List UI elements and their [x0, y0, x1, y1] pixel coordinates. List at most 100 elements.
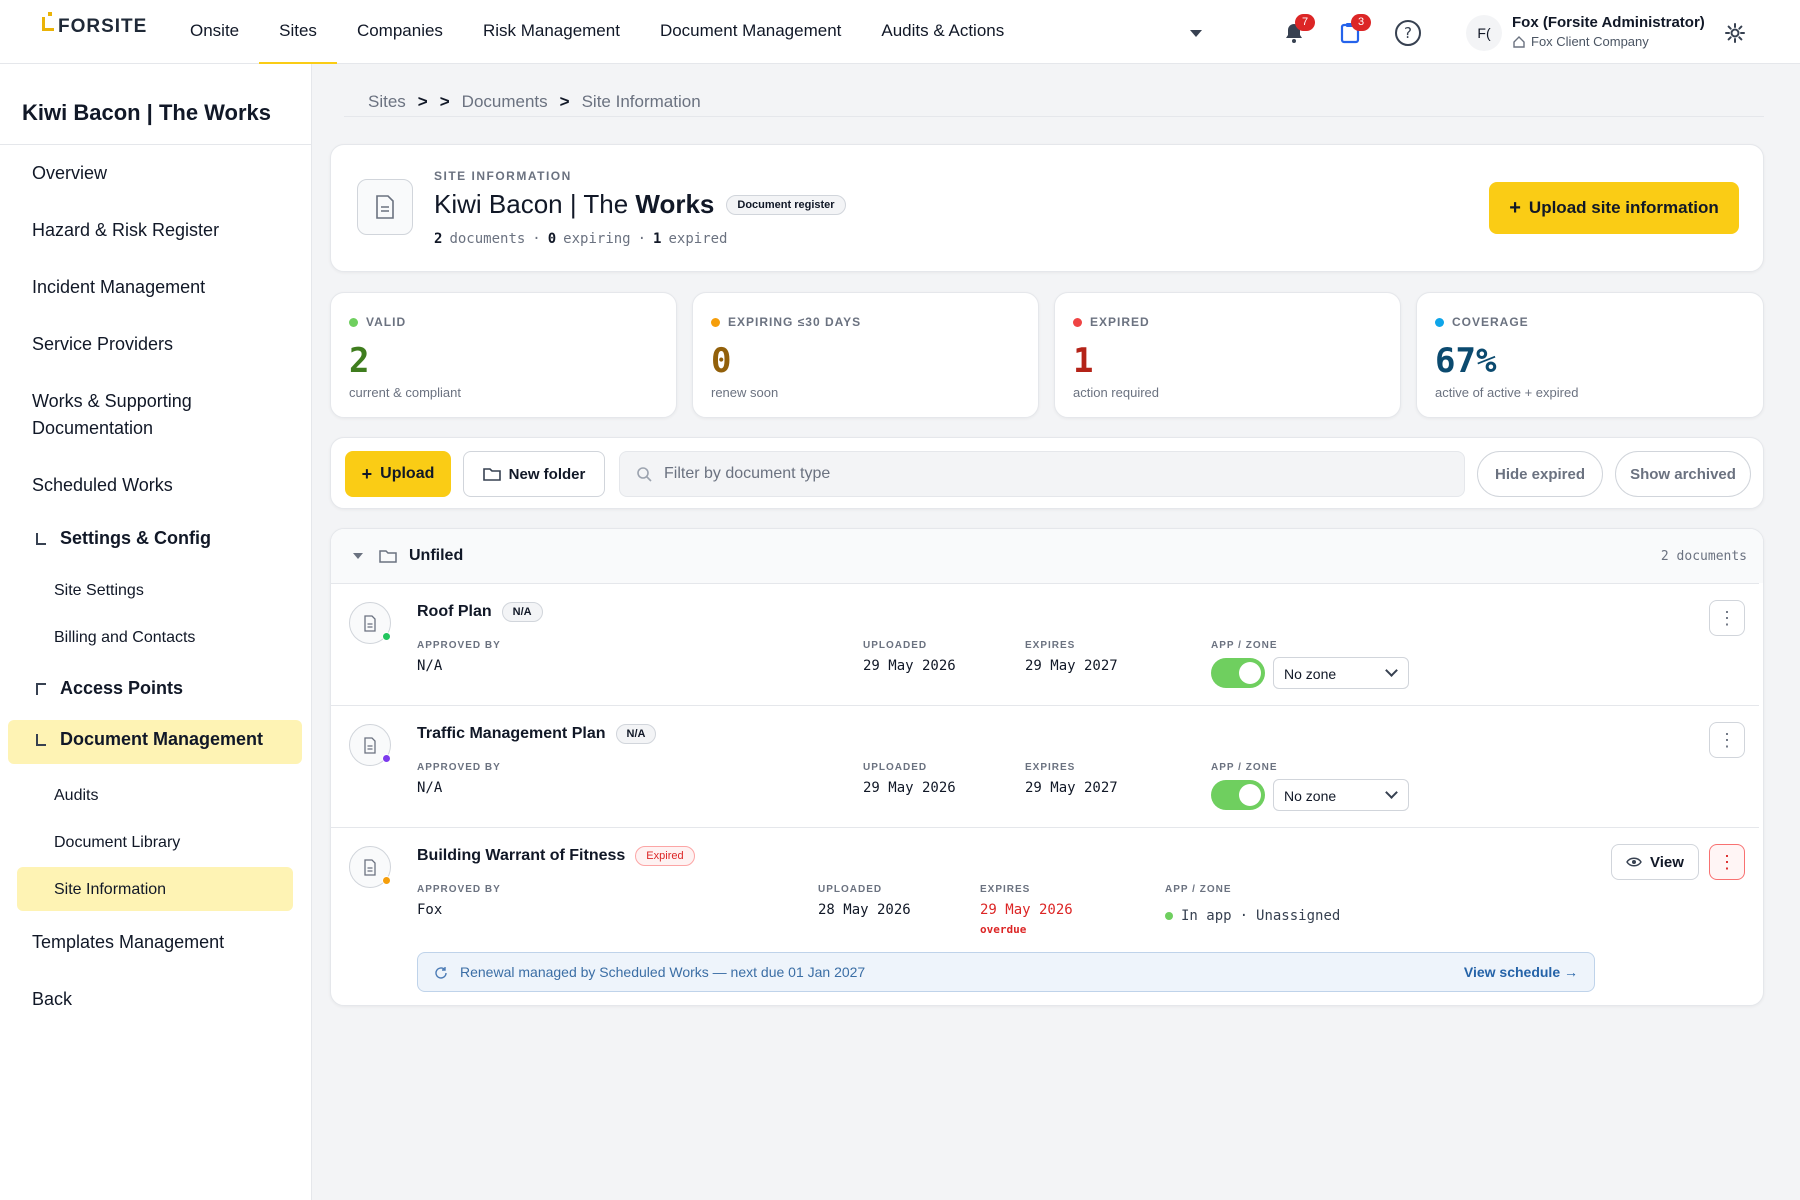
chevron-down-icon[interactable] [353, 553, 363, 559]
breadcrumb-sites[interactable]: Sites [368, 92, 406, 112]
hide-expired-button[interactable]: Hide expired [1477, 451, 1603, 497]
approved-by-label: APPROVED BY [417, 884, 501, 895]
user-company: Fox Client Company [1512, 34, 1649, 49]
zone-select[interactable]: No zone [1273, 657, 1409, 689]
forsite-logo[interactable]: FORSITE [42, 12, 148, 38]
status-dot-icon [382, 754, 391, 763]
sidebar-item-audits[interactable]: Audits [54, 787, 98, 805]
status-chip: N/A [501, 602, 543, 622]
top-nav-bar: FORSITE Onsite Sites Companies Risk Mana… [0, 0, 1800, 64]
stat-card-coverage: COVERAGE 67% active of active + expired [1416, 292, 1764, 418]
sidebar-group-access-points[interactable]: Access Points [36, 678, 183, 699]
stat-label: COVERAGE [1435, 315, 1529, 329]
nav-companies[interactable]: Companies [337, 0, 463, 64]
sidebar-item-templates-management[interactable]: Templates Management [32, 929, 224, 956]
sidebar-item-hazard-risk-register[interactable]: Hazard & Risk Register [32, 217, 219, 244]
document-title[interactable]: Traffic Management Plan N/A [417, 724, 657, 744]
site-info-header-card: SITE INFORMATION Kiwi Bacon | The Works … [330, 144, 1764, 272]
plus-icon: + [361, 463, 373, 484]
document-icon [376, 195, 394, 219]
row-menu-button[interactable]: ⋮ [1709, 600, 1745, 636]
row-menu-button[interactable]: ⋮ [1709, 722, 1745, 758]
eye-icon [1626, 857, 1642, 867]
sidebar-item-incident-management[interactable]: Incident Management [32, 274, 205, 301]
tasks-badge: 3 [1351, 14, 1371, 31]
folder-icon [379, 550, 397, 563]
logo-mark-icon [42, 12, 54, 31]
user-name[interactable]: Fox (Forsite Administrator) [1512, 14, 1705, 31]
stat-label-text: COVERAGE [1452, 315, 1529, 329]
document-row: Roof Plan N/A APPROVED BY N/A UPLOADED 2… [331, 583, 1759, 705]
expires-value: 29 May 2027 [1025, 780, 1118, 796]
new-folder-button[interactable]: New folder [463, 451, 605, 497]
user-company-label: Fox Client Company [1531, 34, 1649, 49]
nav-more-caret-icon[interactable] [1190, 30, 1202, 37]
sidebar-item-billing-contacts[interactable]: Billing and Contacts [54, 629, 195, 647]
help-button[interactable]: ? [1393, 18, 1423, 48]
show-archived-button[interactable]: Show archived [1615, 451, 1751, 497]
status-dot-icon [349, 317, 358, 327]
approved-by-value: N/A [417, 780, 443, 796]
gear-icon [1725, 23, 1745, 43]
kebab-icon: ⋮ [1718, 852, 1736, 872]
tasks-button[interactable]: 3 [1335, 14, 1371, 48]
user-avatar[interactable]: F( [1466, 15, 1502, 51]
notifications-badge: 7 [1295, 14, 1315, 31]
help-icon: ? [1395, 20, 1421, 46]
stat-label: VALID [349, 315, 406, 329]
sidebar-item-service-providers[interactable]: Service Providers [32, 331, 173, 358]
docs-count-label: documents [449, 231, 526, 247]
filter-input[interactable]: Filter by document type [619, 451, 1465, 497]
view-button[interactable]: View [1611, 844, 1699, 880]
breadcrumb-documents[interactable]: Documents [462, 92, 548, 112]
nav-risk-management[interactable]: Risk Management [463, 0, 640, 64]
notifications-button[interactable]: 7 [1279, 14, 1315, 48]
status-dot-icon [382, 876, 391, 885]
app-toggle[interactable] [1211, 780, 1265, 810]
app-toggle[interactable] [1211, 658, 1265, 688]
zone-select[interactable]: No zone [1273, 779, 1409, 811]
view-schedule-link[interactable]: View schedule → [1464, 964, 1578, 980]
expires-label: EXPIRES [980, 884, 1031, 895]
expired-count: 1 [653, 231, 662, 247]
approved-by-label: APPROVED BY [417, 640, 501, 651]
sidebar-item-site-information[interactable]: Site Information [54, 881, 166, 899]
upload-button[interactable]: + Upload [345, 451, 451, 497]
sidebar-item-back[interactable]: Back [32, 986, 72, 1013]
upload-site-information-label: Upload site information [1528, 198, 1719, 217]
document-title-text: Roof Plan [417, 603, 492, 620]
settings-button[interactable] [1720, 18, 1750, 48]
uploaded-value: 29 May 2026 [863, 780, 956, 796]
row-menu-button[interactable]: ⋮ [1709, 844, 1745, 880]
sidebar-item-scheduled-works[interactable]: Scheduled Works [32, 472, 173, 499]
approved-by-label: APPROVED BY [417, 762, 501, 773]
sidebar-group-settings-config[interactable]: Settings & Config [36, 528, 211, 549]
stat-sub: action required [1073, 385, 1159, 400]
kebab-icon: ⋮ [1718, 730, 1736, 750]
expanded-corner-icon [36, 532, 46, 545]
document-row: Traffic Management Plan N/A APPROVED BY … [331, 705, 1759, 827]
sidebar-group-label: Document Management [60, 729, 264, 749]
expanded-corner-icon [36, 733, 46, 746]
sidebar-item-works-supporting-documentation[interactable]: Works & Supporting Documentation [32, 388, 262, 442]
folder-header[interactable]: Unfiled 2 documents [331, 529, 1763, 583]
sidebar-group-label: Access Points [60, 678, 184, 698]
sidebar-item-overview[interactable]: Overview [32, 160, 107, 187]
logo-text: FORSITE [58, 16, 148, 37]
nav-onsite[interactable]: Onsite [170, 0, 259, 64]
stat-sub: current & compliant [349, 385, 461, 400]
nav-document-management[interactable]: Document Management [640, 0, 861, 64]
sidebar-item-site-settings[interactable]: Site Settings [54, 582, 144, 600]
document-title[interactable]: Roof Plan N/A [417, 602, 543, 622]
renewal-text: Renewal managed by Scheduled Works — nex… [460, 964, 866, 980]
sidebar-group-document-management[interactable]: Document Management [36, 729, 263, 750]
document-title[interactable]: Building Warrant of Fitness Expired [417, 846, 695, 866]
document-row-icon [349, 724, 391, 766]
nav-sites[interactable]: Sites [259, 0, 337, 64]
document-row-icon [349, 602, 391, 644]
sidebar-item-document-library[interactable]: Document Library [54, 834, 180, 852]
folder-doc-count: 2 documents [1660, 549, 1747, 564]
nav-audits-actions[interactable]: Audits & Actions [861, 0, 1024, 64]
upload-site-information-button[interactable]: + Upload site information [1489, 182, 1739, 234]
stat-value: 0 [711, 341, 732, 381]
